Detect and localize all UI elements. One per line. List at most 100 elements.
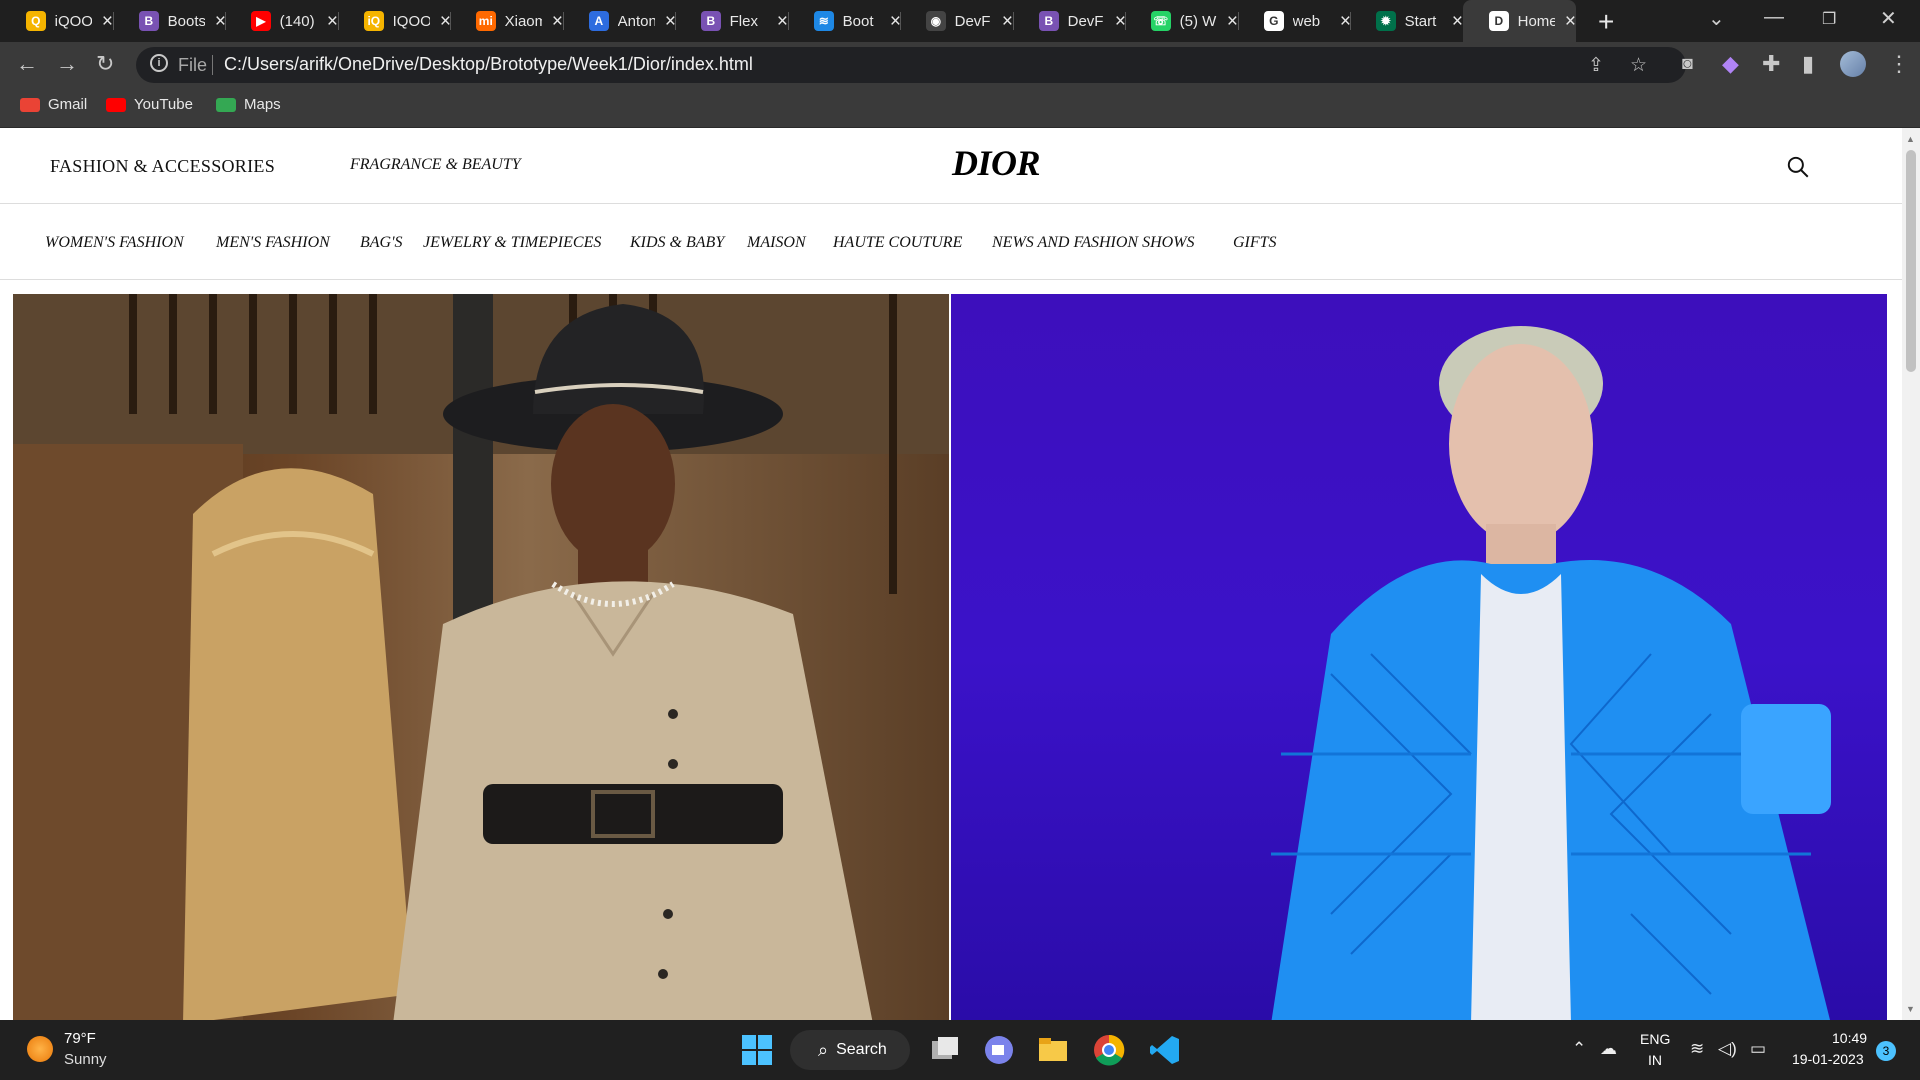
tab-close-icon[interactable]: × [1002,12,1013,31]
forward-icon[interactable]: → [56,51,78,77]
chrome-icon[interactable] [1092,1033,1126,1067]
tab-separator [1125,12,1126,30]
browser-tab[interactable]: Gweb × [1238,0,1351,42]
browser-tab[interactable]: B DevF × [1013,0,1126,42]
vscode-icon[interactable] [1148,1033,1182,1067]
tab-title: (140) YouTube [279,12,317,30]
nav-gifts[interactable]: GIFTS [1233,234,1277,252]
tab-close-icon[interactable]: × [552,12,563,31]
menu-kebab-icon[interactable]: ⋮ [1888,51,1910,77]
restore-button[interactable]: ❐ [1822,9,1836,29]
bookmark-star-icon[interactable]: ☆ [1630,54,1647,77]
extension-icon[interactable]: ◆ [1722,51,1739,77]
bookmark-gmail[interactable]: Gmail [20,96,87,113]
task-view-icon[interactable] [928,1033,962,1067]
taskbar-search-button[interactable]: ⌕ Search [790,1030,910,1070]
show-hidden-icons-chevron-icon[interactable]: ⌃ [1572,1039,1586,1059]
browser-tab[interactable]: BBootstrap× [113,0,226,42]
hero-image-right[interactable] [951,294,1887,1020]
tab-title: (5) WhatsApp [1179,12,1217,30]
tab-favicon-icon: B [1039,11,1059,31]
bookmark-youtube[interactable]: YouTube [106,96,193,113]
browser-tab[interactable]: ✹ Start × [1350,0,1463,42]
language-region[interactable]: IN [1648,1052,1662,1068]
close-window-button[interactable]: ✕ [1880,6,1897,31]
nav-mens-fashion[interactable]: MEN'S FASHION [216,234,330,252]
nav-bags[interactable]: BAG'S [360,234,403,252]
nav-jewelry-timepieces[interactable]: JEWELRY & TIMEPIECES [423,234,601,252]
scrollbar-thumb[interactable] [1906,150,1916,372]
tab-search-chevron-icon[interactable]: ⌄ [1708,6,1725,31]
hero-image-left[interactable] [13,294,949,1020]
back-icon[interactable]: ← [16,51,38,77]
bookmark-label: Gmail [48,96,88,113]
onedrive-cloud-icon[interactable]: ☁ [1600,1039,1617,1059]
dior-logo[interactable]: DIOR [952,142,1041,184]
bookmark-maps[interactable]: Maps [216,96,281,113]
tab-title: DevF [1067,12,1104,30]
tab-title: DevF [954,12,991,30]
share-icon[interactable]: ⇪ [1588,54,1604,77]
language-indicator[interactable]: ENG [1640,1031,1670,1047]
tab-favicon-icon: ≋ [814,11,834,31]
address-url[interactable]: C:/Users/arifk/OneDrive/Desktop/Brototyp… [224,54,753,75]
browser-tab[interactable]: iQ IQOO × [338,0,451,42]
nav-fashion-accessories[interactable]: FASHION & ACCESSORIES [50,156,275,177]
minimize-button[interactable]: — [1764,6,1784,29]
search-icon: ⌕ [818,1039,829,1060]
nav-news-fashion-shows[interactable]: NEWS AND FASHION SHOWS [992,234,1195,252]
scroll-down-arrow-icon[interactable]: ▼ [1906,1004,1915,1014]
browser-tab[interactable]: B Flex × [675,0,788,42]
search-icon[interactable] [1785,154,1811,180]
tab-close-icon[interactable]: × [327,12,338,31]
address-bar[interactable]: i File C:/Users/arifk/OneDrive/Desktop/B… [136,47,1686,83]
tab-close-icon[interactable]: × [102,12,113,31]
clock-date[interactable]: 19-01-2023 [1792,1051,1864,1067]
teams-chat-icon[interactable] [982,1033,1016,1067]
browser-tab[interactable]: mi Xiaomi × [450,0,563,42]
profile-avatar[interactable] [1840,51,1866,77]
tab-close-icon[interactable]: × [777,12,788,31]
nav-womens-fashion[interactable]: WOMEN'S FASHION [45,234,184,252]
page-scrollbar[interactable]: ▲ ▼ [1902,128,1920,1020]
notification-badge[interactable]: 3 [1876,1041,1896,1061]
new-tab-button[interactable]: + [1598,6,1614,38]
battery-icon[interactable]: ▭ [1750,1039,1766,1059]
weather-condition[interactable]: Sunny [64,1051,107,1068]
browser-tab[interactable]: QiQOO × [0,0,113,42]
browser-tab[interactable]: AAntony× [563,0,676,42]
nav-haute-couture[interactable]: HAUTE COUTURE [833,234,962,252]
tab-close-icon[interactable]: × [1227,12,1238,31]
tab-favicon-icon: Q [26,11,46,31]
nav-fragrance-beauty[interactable]: FRAGRANCE & BEAUTY [350,156,521,174]
tab-title: Flex [729,12,758,30]
sun-weather-icon[interactable] [27,1036,53,1062]
nav-maison[interactable]: MAISON [747,234,806,252]
browser-tab[interactable]: ☏ (5) WhatsApp × [1125,0,1238,42]
tab-favicon-icon: A [589,11,609,31]
browser-tab[interactable]: ▶ (140) YouTube × [225,0,338,42]
tab-title: Boot [842,12,874,30]
tab-separator [788,12,789,30]
tab-separator [675,12,676,30]
scroll-up-arrow-icon[interactable]: ▲ [1906,134,1915,144]
screenshot-icon[interactable]: ◙ [1682,53,1693,74]
tab-close-icon[interactable]: × [1565,12,1576,31]
extensions-puzzle-icon[interactable]: ✚ [1762,51,1780,77]
volume-icon[interactable]: ◁) [1718,1039,1737,1059]
windows-start-icon[interactable] [740,1033,774,1067]
tab-close-icon[interactable]: × [1452,12,1463,31]
browser-tab[interactable]: D Home × [1463,0,1576,42]
clock-time[interactable]: 10:49 [1832,1030,1867,1046]
weather-temperature[interactable]: 79°F [64,1030,96,1047]
tab-separator [1350,12,1351,30]
nav-kids-baby[interactable]: KIDS & BABY [630,234,724,252]
browser-tab[interactable]: ≋ Boot × [788,0,901,42]
side-panel-icon[interactable]: ▮ [1802,51,1814,77]
reload-icon[interactable]: ↻ [96,51,114,77]
taskbar-search-label: Search [836,1041,887,1058]
site-info-icon[interactable]: i [150,54,168,72]
browser-tab[interactable]: ◉ DevF × [900,0,1013,42]
file-explorer-icon[interactable] [1036,1033,1070,1067]
wifi-icon[interactable]: ≋ [1690,1039,1704,1059]
